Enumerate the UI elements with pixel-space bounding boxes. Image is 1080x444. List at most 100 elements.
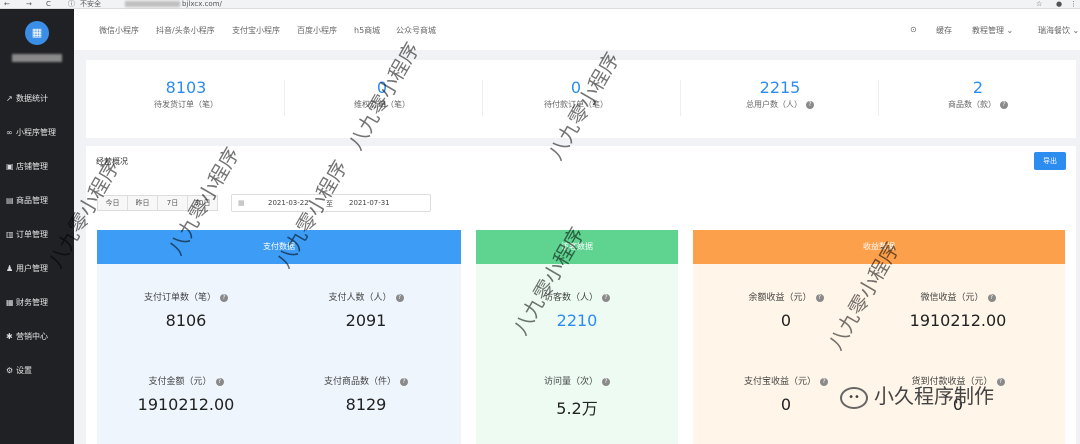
sidebar-item-label: 店铺管理 xyxy=(16,162,48,171)
metric: 访问量（次）? 5.2万 xyxy=(502,374,652,419)
star-icon[interactable]: ☆ xyxy=(1036,0,1042,8)
metric: 支付商品数（件）? 8129 xyxy=(291,374,441,414)
reload-icon[interactable]: C xyxy=(46,0,51,8)
menu-icon[interactable]: ⋮ xyxy=(1070,0,1077,8)
sidebar-item-label: 商品管理 xyxy=(16,196,48,205)
stat-item: 2 商品数（款）? xyxy=(898,78,1058,110)
metric-value: 8129 xyxy=(345,395,387,414)
product-icon: ▤ xyxy=(6,196,14,205)
user-icon: ♟ xyxy=(6,264,14,273)
back-icon[interactable]: ← xyxy=(4,0,10,8)
help-icon[interactable]: ? xyxy=(815,293,824,302)
insecure-label: 不安全 xyxy=(80,0,101,8)
stat-item: 2215 总用户数（人）? xyxy=(700,78,860,110)
help-icon[interactable]: ? xyxy=(996,377,1005,386)
metric: 支付人数（人）? 2091 xyxy=(291,290,441,330)
metric-label: 支付订单数（笔）? xyxy=(111,290,261,303)
metric-label: 支付人数（人）? xyxy=(291,290,441,303)
profile-icon[interactable]: ● xyxy=(1056,0,1062,8)
sidebar-item-1[interactable]: ↗ 数据统计 xyxy=(6,89,74,109)
info-icon[interactable]: ⓘ xyxy=(68,0,75,8)
sidebar-item-label: 营销中心 xyxy=(16,332,48,341)
help-icon[interactable]: ? xyxy=(987,293,996,302)
help-icon[interactable]: ? xyxy=(820,377,828,386)
metric-label: 微信收益（元）? xyxy=(883,290,1033,303)
stat-label: 商品数（款）? xyxy=(898,99,1058,110)
date-end[interactable]: 2021-07-31 xyxy=(349,199,390,207)
url-text[interactable]: bjlxcx.com/ xyxy=(182,0,222,8)
help-icon[interactable]: ? xyxy=(215,377,224,386)
help-icon[interactable]: ? xyxy=(400,377,408,386)
finance-icon: ▦ xyxy=(6,298,14,307)
stat-item: 8103 待发货订单（笔） xyxy=(106,78,266,110)
visit-card-body: 访客数（人）? 2210 访问量（次）? 5.2万 xyxy=(476,264,678,444)
chart-icon: ↗ xyxy=(6,94,13,103)
metric-value: 1910212.00 xyxy=(909,311,1007,330)
help-icon[interactable]: ? xyxy=(1000,100,1008,109)
sidebar-item-3[interactable]: ▣ 店铺管理 xyxy=(6,157,74,177)
help-icon[interactable]: ? xyxy=(806,100,814,109)
metric-label: 支付商品数（件）? xyxy=(291,374,441,387)
metric-label-text: 支付商品数（件） xyxy=(323,377,396,387)
marketing-icon: ✱ xyxy=(6,332,13,341)
metric-value: 0 xyxy=(780,395,792,414)
calendar-icon: ▦ xyxy=(238,199,245,207)
sidebar-item-label: 订单管理 xyxy=(16,230,48,239)
help-icon[interactable]: ? xyxy=(602,377,610,386)
sidebar-item-9[interactable]: ⚙ 设置 xyxy=(6,361,74,381)
top-nav: 微信小程序 抖音/头条小程序 支付宝小程序 百度小程序 h5商城 公众号商城 ⊙ 缓存 教… xyxy=(74,9,1080,50)
metric-value: 1910212.00 xyxy=(137,395,235,414)
sidebar-item-7[interactable]: ▦ 财务管理 xyxy=(6,293,74,313)
help-icon[interactable]: ? xyxy=(220,293,228,302)
metric-label-text: 访问量（次） xyxy=(543,377,598,387)
sidebar-item-label: 数据统计 xyxy=(16,94,48,103)
stat-value: 2215 xyxy=(759,78,801,97)
metric-value: 5.2万 xyxy=(556,399,598,418)
gear-icon: ⚙ xyxy=(6,366,14,375)
metric-label: 余额收益（元）? xyxy=(711,290,861,303)
metric: 微信收益（元）? 1910212.00 xyxy=(883,290,1033,330)
download-icon[interactable]: ⊙ xyxy=(910,25,917,34)
sidebar-item-label: 小程序管理 xyxy=(16,128,56,137)
stat-value: 8103 xyxy=(165,78,207,97)
help-icon[interactable]: ? xyxy=(395,293,404,302)
stat-label: 待发货订单（笔） xyxy=(106,99,266,110)
shop-dropdown[interactable]: 瑞海餐饮 ⌄ xyxy=(1038,25,1079,36)
sidebar-item-label: 财务管理 xyxy=(16,298,48,307)
metric-label: 访问量（次）? xyxy=(502,374,652,387)
forward-icon[interactable]: → xyxy=(26,0,32,8)
wechat-icon: •• xyxy=(840,386,868,409)
sidebar-item-2[interactable]: ∞ 小程序管理 xyxy=(6,123,74,143)
metric-value: 8106 xyxy=(165,311,207,330)
sidebar-item-label: 用户管理 xyxy=(16,264,48,273)
tutorial-dropdown[interactable]: 教程管理 ⌄ xyxy=(972,25,1013,36)
range-button-2[interactable]: 昨日 xyxy=(127,195,158,211)
metric-label-text: 支付金额（元） xyxy=(148,377,212,387)
help-icon[interactable]: ? xyxy=(602,293,610,302)
metric: 支付金额（元）? 1910212.00 xyxy=(111,374,261,414)
stat-label-text: 总用户数（人） xyxy=(746,100,802,109)
top-tab-2[interactable]: 抖音/头条小程序 xyxy=(156,25,215,36)
top-tab-5[interactable]: h5商城 xyxy=(354,25,380,36)
sidebar-item-4[interactable]: ▤ 商品管理 xyxy=(6,191,74,211)
export-button[interactable]: 导出 xyxy=(1034,152,1066,170)
link-icon: ∞ xyxy=(6,128,13,137)
metric-label: 支付金额（元）? xyxy=(111,374,261,387)
metric-label-text: 支付人数（人） xyxy=(328,293,392,303)
sidebar-item-label: 设置 xyxy=(16,366,32,375)
shop-icon: ▣ xyxy=(6,162,14,171)
sidebar-item-8[interactable]: ✱ 营销中心 xyxy=(6,327,74,347)
cache-button[interactable]: 缓存 xyxy=(936,25,952,36)
top-tab-1[interactable]: 微信小程序 xyxy=(99,25,139,36)
stat-label-text: 商品数（款） xyxy=(948,100,996,109)
top-tab-6[interactable]: 公众号商城 xyxy=(396,25,436,36)
browser-toolbar: ← → C ⓘ 不安全 bjlxcx.com/ ☆ ● ⋮ xyxy=(0,0,1080,9)
metric-label: 支付宝收益（元）? xyxy=(711,374,861,387)
top-tab-4[interactable]: 百度小程序 xyxy=(297,25,337,36)
brand-watermark: •• 小久程序制作 xyxy=(840,380,994,409)
top-tab-3[interactable]: 支付宝小程序 xyxy=(232,25,280,36)
metric: 支付宝收益（元）? 0 xyxy=(711,374,861,414)
metric-label-text: 余额收益（元） xyxy=(748,293,812,303)
stat-label-text: 待发货订单（笔） xyxy=(154,100,218,109)
logo[interactable]: ▦ xyxy=(25,21,49,45)
